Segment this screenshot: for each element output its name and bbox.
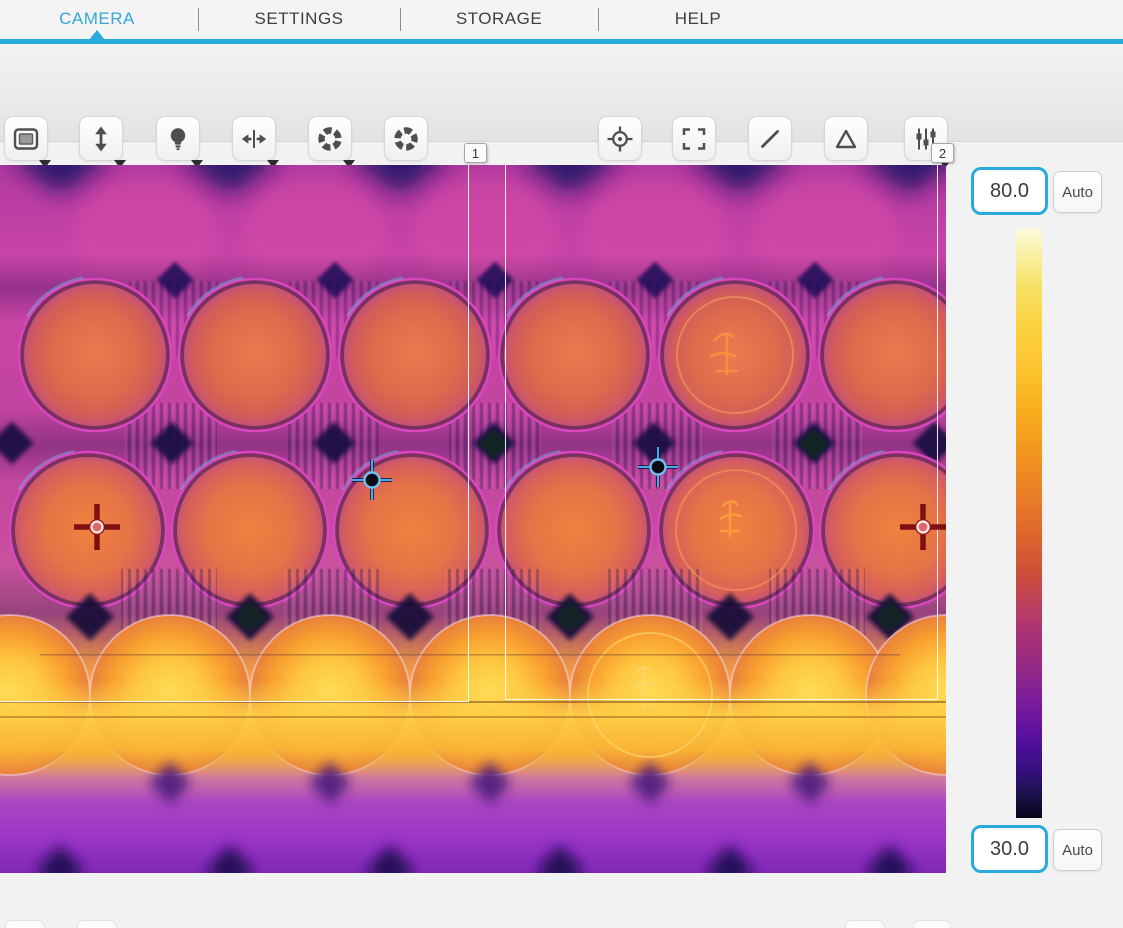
scale-max-input[interactable] <box>971 167 1048 215</box>
vertical-arrows-button[interactable] <box>79 116 126 168</box>
line-meter-button[interactable] <box>748 116 792 161</box>
active-tab-caret <box>89 30 105 40</box>
delta-meter-button[interactable] <box>824 116 868 161</box>
hot-spot-marker-2[interactable] <box>894 498 952 556</box>
bottom-toolbar-button[interactable] <box>77 920 117 928</box>
shutter-icon <box>318 126 342 151</box>
spot-meter-icon <box>607 126 633 151</box>
region-2-label[interactable]: 2 <box>931 143 954 163</box>
spot-meter-button[interactable] <box>598 116 642 161</box>
tab-settings[interactable]: SETTINGS <box>254 9 343 29</box>
bottom-toolbar-button[interactable] <box>5 920 45 928</box>
display-mode-icon <box>13 127 39 150</box>
vertical-arrows-icon <box>95 126 107 151</box>
bottom-toolbar-button[interactable] <box>913 920 951 928</box>
shutter-button[interactable] <box>308 116 355 168</box>
scale-min-input[interactable] <box>971 825 1048 873</box>
bulb-button[interactable] <box>156 116 203 168</box>
horizontal-split-arrows-icon <box>241 129 267 148</box>
nav-separator <box>598 8 599 31</box>
tab-storage[interactable]: STORAGE <box>456 9 542 29</box>
cold-spot-marker-1[interactable] <box>349 457 395 503</box>
bottom-toolbar-button[interactable] <box>845 920 885 928</box>
nav-separator <box>198 8 199 31</box>
measure-region-1[interactable] <box>0 165 469 702</box>
thermal-camera-app: CAMERA SETTINGS STORAGE HELP 1 2 80.0 Au… <box>0 0 1123 928</box>
area-meter-button[interactable] <box>672 116 716 161</box>
measure-region-2[interactable] <box>505 165 938 700</box>
bulb-icon <box>170 127 186 150</box>
region-1-label[interactable]: 1 <box>464 143 487 163</box>
hot-spot-marker-1[interactable] <box>68 498 126 556</box>
tab-help[interactable]: HELP <box>675 9 721 29</box>
palette-colorbar <box>1016 228 1042 818</box>
line-meter-icon <box>761 129 779 148</box>
shutter-calibrate-icon <box>394 126 418 151</box>
thermal-video-view[interactable]: 1 2 <box>0 143 954 873</box>
top-nav: CAMERA SETTINGS STORAGE HELP <box>0 0 1123 44</box>
nav-separator <box>400 8 401 31</box>
display-mode-button[interactable] <box>4 116 51 168</box>
cold-spot-marker-2[interactable] <box>635 444 681 490</box>
delta-meter-icon <box>835 129 857 148</box>
tab-camera[interactable]: CAMERA <box>59 9 135 29</box>
area-meter-icon <box>682 127 706 150</box>
scale-max-auto-button[interactable]: Auto <box>1053 171 1102 213</box>
camera-toolbar <box>0 44 1123 168</box>
scale-min-auto-button[interactable]: Auto <box>1053 829 1102 871</box>
shutter-calibrate-button[interactable] <box>384 116 428 161</box>
horizontal-split-arrows-button[interactable] <box>232 116 279 168</box>
